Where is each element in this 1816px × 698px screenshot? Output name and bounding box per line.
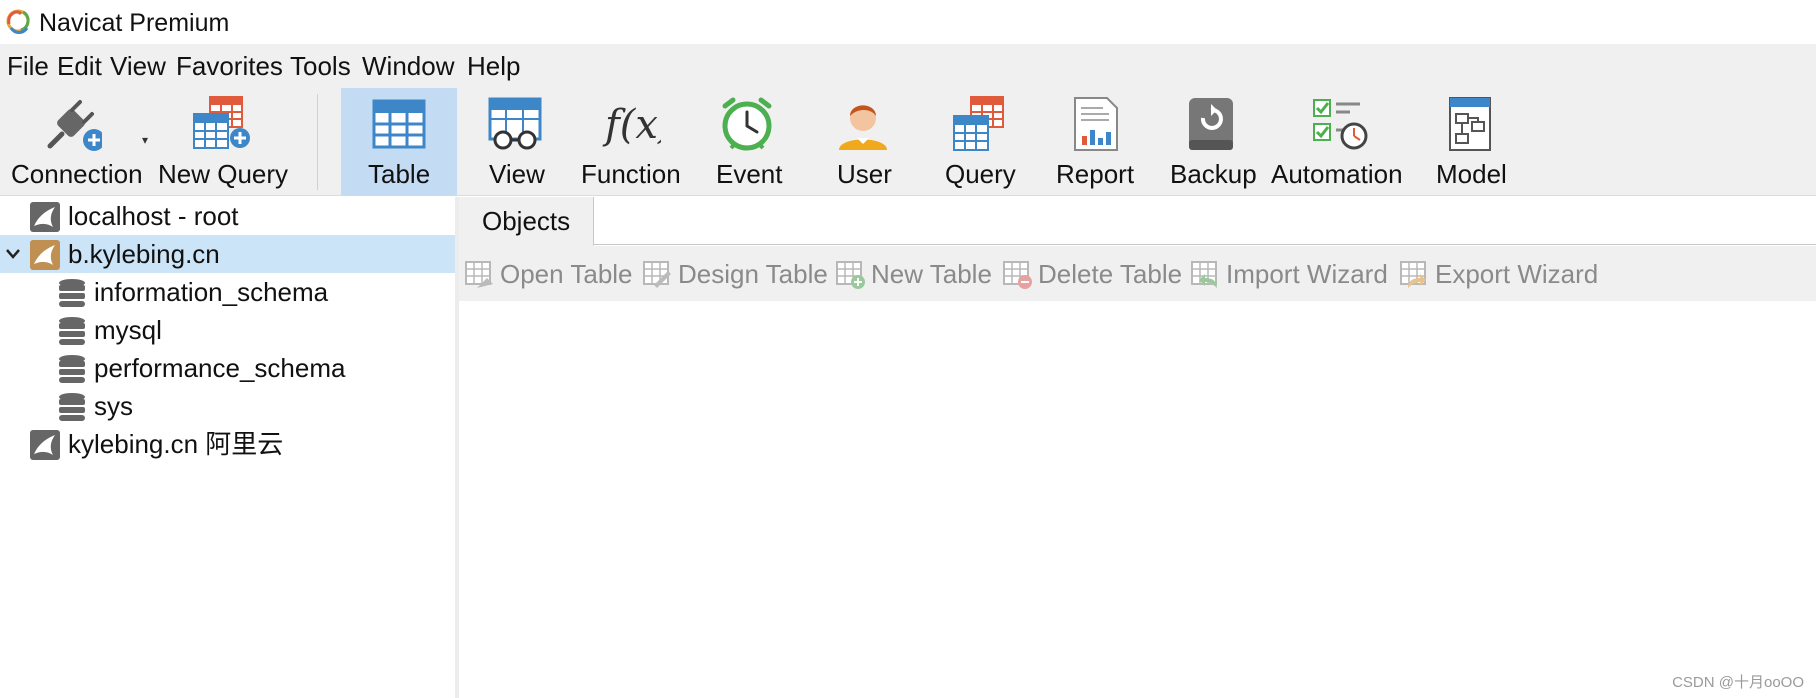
query-icon (953, 96, 1004, 151)
new-query-icon (193, 96, 250, 149)
export-wizard-button[interactable]: Export Wizard (1398, 256, 1598, 292)
open-table-button[interactable]: Open Table (463, 256, 633, 292)
new-query-label: New Query (158, 159, 289, 189)
new-table-button[interactable]: New Table (834, 256, 992, 292)
connection-tree: localhost - root b.kylebing.cn informati… (0, 197, 455, 698)
event-label: Event (716, 159, 783, 189)
navicat-logo-icon (6, 9, 30, 34)
main-toolbar: Connection New Query Table View f(x Func… (0, 88, 1816, 196)
tree-item-label: localhost - root (68, 201, 239, 231)
objects-content-area[interactable] (459, 301, 1816, 698)
tree-item-database[interactable]: mysql (0, 311, 455, 349)
function-label: Function (581, 159, 681, 189)
model-diagram-icon (1449, 97, 1491, 151)
backup-icon (1189, 98, 1233, 150)
tree-item-database[interactable]: sys (0, 387, 455, 425)
alarm-clock-icon (722, 97, 772, 151)
tree-item-label: information_schema (94, 277, 329, 307)
view-label: View (489, 159, 545, 189)
user-button[interactable]: User (805, 88, 921, 196)
import-wizard-label: Import Wizard (1226, 259, 1388, 289)
mysql-dolphin-icon (30, 430, 60, 460)
open-table-icon (465, 261, 493, 288)
tree-item-label: b.kylebing.cn (68, 239, 220, 269)
query-label: Query (945, 159, 1016, 189)
table-icon (372, 99, 426, 149)
tree-item-label: performance_schema (94, 353, 346, 383)
report-icon (1074, 97, 1118, 151)
mysql-dolphin-icon (30, 202, 60, 232)
delete-table-button[interactable]: Delete Table (1001, 256, 1182, 292)
tree-item-connection[interactable]: b.kylebing.cn (0, 235, 455, 273)
tab-objects-label: Objects (482, 206, 571, 236)
menu-view[interactable]: View (110, 49, 166, 83)
export-wizard-label: Export Wizard (1435, 259, 1599, 289)
new-query-button[interactable]: New Query (155, 88, 295, 196)
tree-item-database[interactable]: information_schema (0, 273, 455, 311)
open-table-label: Open Table (500, 259, 633, 289)
plug-connection-icon (47, 100, 102, 151)
delete-table-icon (1003, 261, 1032, 289)
import-wizard-icon (1191, 261, 1217, 288)
objects-panel: Objects Open Table Design Table New Tabl… (459, 197, 1816, 698)
tree-item-connection[interactable]: kylebing.cn 阿里云 (0, 425, 455, 463)
backup-button[interactable]: Backup (1153, 88, 1269, 196)
tree-item-label: kylebing.cn 阿里云 (68, 429, 284, 459)
connection-dropdown-arrow[interactable]: ▾ (142, 133, 148, 147)
database-icon (59, 355, 85, 383)
import-wizard-button[interactable]: Import Wizard (1189, 256, 1388, 292)
design-table-button[interactable]: Design Table (641, 256, 828, 292)
connection-button[interactable]: Connection (0, 88, 150, 196)
automation-button[interactable]: Automation (1269, 88, 1412, 196)
table-button[interactable]: Table (341, 88, 457, 196)
automation-checklist-icon (1313, 99, 1368, 150)
database-icon (59, 393, 85, 421)
user-person-icon (839, 105, 887, 150)
svg-text:f(x): f(x) (602, 102, 661, 148)
table-label: Table (368, 159, 431, 189)
database-icon (59, 317, 85, 345)
object-toolbar: Open Table Design Table New Table Delete… (459, 246, 1816, 301)
design-table-label: Design Table (678, 259, 828, 289)
view-button[interactable]: View (457, 88, 573, 196)
watermark-text: CSDN @十月ooOO (1672, 674, 1804, 691)
chevron-down-icon[interactable] (3, 240, 23, 268)
menu-window[interactable]: Window (362, 49, 454, 83)
title-bar: Navicat Premium (0, 0, 1816, 44)
function-fx-icon: f(x) (602, 102, 661, 148)
window-title: Navicat Premium (39, 9, 230, 37)
database-icon (59, 279, 85, 307)
report-label: Report (1056, 159, 1135, 189)
menu-favorites[interactable]: Favorites (176, 49, 283, 83)
new-table-label: New Table (871, 259, 992, 289)
tree-item-connection[interactable]: localhost - root (0, 197, 455, 235)
tab-objects[interactable]: Objects (459, 197, 594, 246)
mysql-dolphin-icon (30, 240, 60, 270)
model-label: Model (1436, 159, 1507, 189)
connection-label: Connection (11, 159, 143, 189)
design-table-icon (643, 261, 671, 288)
menu-bar: File Edit View Favorites Tools Window He… (0, 44, 1816, 88)
menu-help[interactable]: Help (467, 49, 520, 83)
view-glasses-icon (488, 97, 542, 150)
toolbar-separator (317, 94, 318, 190)
export-wizard-icon (1400, 261, 1426, 288)
menu-file[interactable]: File (7, 49, 49, 83)
user-label: User (837, 159, 892, 189)
function-button[interactable]: f(x) Function (573, 88, 689, 196)
tree-item-label: mysql (94, 315, 162, 345)
model-button[interactable]: Model (1412, 88, 1528, 196)
tree-item-label: sys (94, 391, 133, 421)
tree-item-database[interactable]: performance_schema (0, 349, 455, 387)
event-button[interactable]: Event (689, 88, 805, 196)
backup-label: Backup (1170, 159, 1257, 189)
automation-label: Automation (1271, 159, 1403, 189)
query-button[interactable]: Query (921, 88, 1037, 196)
new-table-icon (836, 261, 865, 289)
tab-strip: Objects (459, 197, 1816, 246)
menu-tools[interactable]: Tools (290, 49, 351, 83)
menu-edit[interactable]: Edit (57, 49, 102, 83)
report-button[interactable]: Report (1037, 88, 1153, 196)
delete-table-label: Delete Table (1038, 259, 1183, 289)
